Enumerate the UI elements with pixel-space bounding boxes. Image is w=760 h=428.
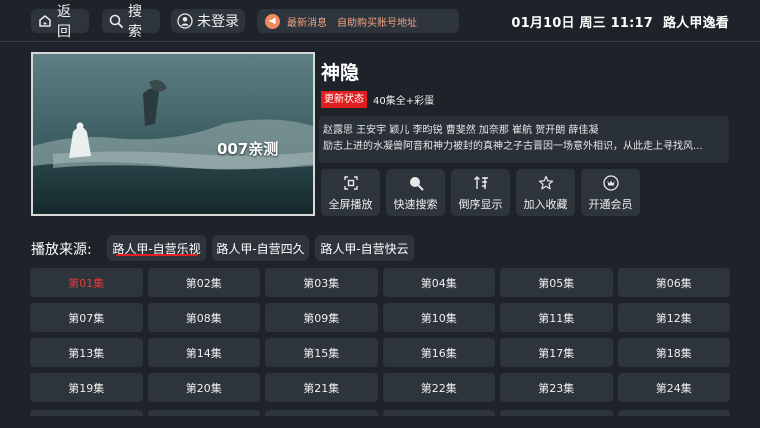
- episode-button[interactable]: 第11集: [500, 303, 613, 332]
- add-favorite-button[interactable]: 加入收藏: [516, 169, 575, 216]
- episode-button[interactable]: 第04集: [382, 268, 495, 297]
- search-label: 搜索: [128, 4, 142, 40]
- search-button[interactable]: 搜索: [102, 4, 160, 40]
- episode-button[interactable]: 第21集: [265, 373, 378, 402]
- sort-icon: [472, 175, 490, 191]
- vip-label: 开通会员: [588, 198, 633, 211]
- reverse-order-label: 倒序显示: [458, 198, 503, 211]
- source-tab-kuaiyun[interactable]: 路人甲-自营快云: [315, 235, 414, 261]
- source-tab-leshi[interactable]: 路人甲-自营乐视: [107, 235, 206, 261]
- news-text: 自助购买账号地址: [337, 17, 417, 29]
- episode-button[interactable]: 第17集: [500, 338, 613, 367]
- episode-button[interactable]: 第05集: [500, 268, 613, 297]
- add-favorite-label: 加入收藏: [523, 198, 568, 211]
- login-label: 未登录: [197, 14, 239, 30]
- episode-button-partial[interactable]: [382, 410, 495, 416]
- fullscreen-label: 全屏播放: [328, 198, 373, 211]
- poster-caption: 007亲测: [217, 140, 279, 158]
- back-label: 返回: [57, 4, 71, 40]
- episode-button[interactable]: 第23集: [500, 373, 613, 402]
- episode-button[interactable]: 第12集: [617, 303, 730, 332]
- episode-button[interactable]: 第07集: [30, 303, 143, 332]
- news-ticker[interactable]: 最新消息 自助购买账号地址: [257, 9, 459, 33]
- vip-button[interactable]: 开通会员: [581, 169, 640, 216]
- episode-button[interactable]: 第02集: [147, 268, 260, 297]
- fullscreen-play-button[interactable]: 全屏播放: [321, 169, 380, 216]
- quick-search-button[interactable]: 快速搜索: [386, 169, 445, 216]
- status-row: 更新状态 40集全+彩蛋: [321, 91, 434, 108]
- fullscreen-icon: [342, 175, 360, 191]
- home-icon: [37, 13, 53, 29]
- episode-button[interactable]: 第20集: [147, 373, 260, 402]
- episode-button[interactable]: 第09集: [265, 303, 378, 332]
- source-label: 播放来源:: [31, 242, 92, 258]
- top-bar: 返回 搜索 未登录 最新消息 自助购买账号地址 01月10日 周三 11:17 路…: [0, 0, 760, 42]
- star-icon: [537, 175, 555, 191]
- poster-artwork: [33, 54, 313, 214]
- episode-button[interactable]: 第01集: [30, 268, 143, 297]
- episode-button[interactable]: 第15集: [265, 338, 378, 367]
- clock-brand: 01月10日 周三 11:17 路人甲逸看: [511, 12, 729, 31]
- episode-button-partial[interactable]: [30, 410, 143, 416]
- episode-button-partial[interactable]: [617, 410, 730, 416]
- user-icon: [177, 13, 193, 29]
- news-label: 最新消息: [287, 17, 327, 29]
- status-badge: 更新状态: [321, 91, 367, 108]
- cast-list: 赵露思 王安宇 颖儿 李昀锐 曹斐然 加奈那 崔航 贺开朗 薛佳凝: [323, 125, 599, 136]
- episode-button[interactable]: 第19集: [30, 373, 143, 402]
- episode-button[interactable]: 第24集: [617, 373, 730, 402]
- clock-text: 01月10日 周三 11:17: [511, 16, 653, 31]
- episode-grid-next-row: [30, 408, 730, 428]
- active-source-indicator: [116, 254, 198, 256]
- quick-search-label: 快速搜索: [393, 198, 438, 211]
- brand-name: 路人甲逸看: [662, 16, 729, 31]
- episode-button[interactable]: 第18集: [617, 338, 730, 367]
- back-button[interactable]: 返回: [31, 4, 89, 40]
- episode-button[interactable]: 第22集: [382, 373, 495, 402]
- episode-button-partial[interactable]: [265, 410, 378, 416]
- episode-button[interactable]: 第06集: [617, 268, 730, 297]
- episode-info: 40集全+彩蛋: [373, 96, 435, 107]
- megaphone-icon: [265, 13, 280, 29]
- description-box: 赵露思 王安宇 颖儿 李昀锐 曹斐然 加奈那 崔航 贺开朗 薛佳凝 励志上进的水…: [319, 116, 729, 163]
- source-tab-sijiu[interactable]: 路人甲-自营四久: [212, 235, 309, 261]
- episode-button[interactable]: 第16集: [382, 338, 495, 367]
- video-poster[interactable]: 007亲测: [31, 52, 315, 216]
- reverse-order-button[interactable]: 倒序显示: [451, 169, 510, 216]
- search-icon: [108, 13, 124, 29]
- episode-button[interactable]: 第08集: [147, 303, 260, 332]
- episode-button[interactable]: 第03集: [265, 268, 378, 297]
- episode-button-partial[interactable]: [147, 410, 260, 416]
- search-icon: [407, 175, 425, 191]
- episode-button[interactable]: 第10集: [382, 303, 495, 332]
- episode-button[interactable]: 第13集: [30, 338, 143, 367]
- video-title: 神隐: [321, 62, 360, 84]
- episode-button-partial[interactable]: [500, 410, 613, 416]
- vip-icon: [602, 175, 620, 191]
- episode-grid: 第01集 第02集 第03集 第04集 第05集 第06集第07集 第08集 第09集 第10集…: [30, 268, 730, 402]
- episode-button[interactable]: 第14集: [147, 338, 260, 367]
- synopsis: 励志上进的水凝兽阿音和神力被封的真神之子古晋因一场意外相识，从此走上寻找风...: [323, 141, 703, 152]
- login-button[interactable]: 未登录: [171, 9, 245, 33]
